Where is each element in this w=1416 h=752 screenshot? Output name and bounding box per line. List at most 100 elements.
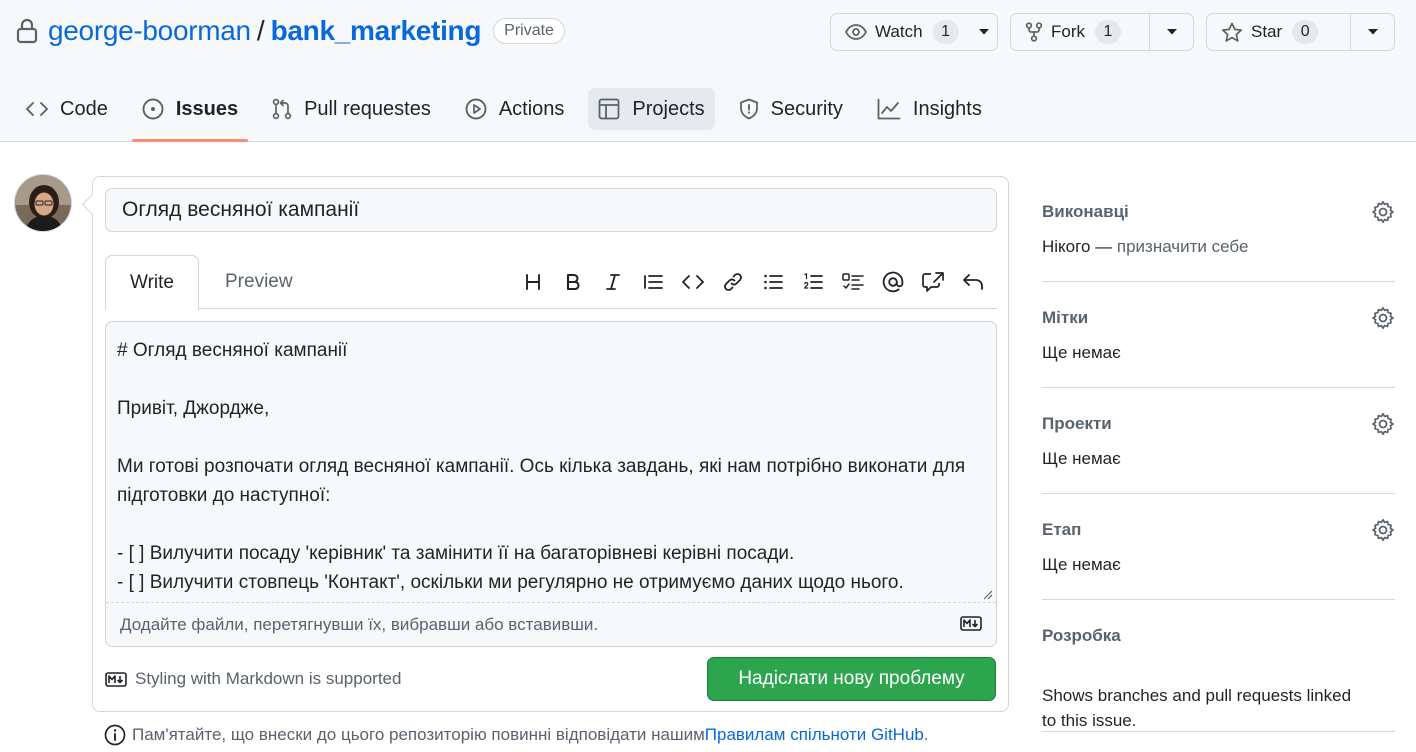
development-title: Розробка	[1042, 626, 1121, 645]
graph-icon	[877, 98, 901, 120]
submit-new-issue-button[interactable]: Надіслати нову проблему	[707, 657, 996, 701]
tab-insights[interactable]: Insights	[867, 88, 992, 130]
list-ordered-icon	[804, 273, 823, 289]
labels-title: Мітки	[1042, 308, 1089, 327]
reply-button[interactable]	[959, 268, 987, 296]
issue-body-textarea[interactable]: # Огляд весняної кампанії Привіт, Джордж…	[106, 322, 996, 602]
watch-button[interactable]: Watch 1	[830, 13, 998, 51]
tasklist-icon	[842, 273, 864, 290]
code-icon	[682, 275, 704, 289]
repo-title: george-boorman / bank_marketing Private	[16, 12, 565, 50]
star-dropdown[interactable]	[1350, 14, 1394, 50]
repo-forked-icon	[1025, 22, 1043, 42]
cross-reference-icon	[922, 272, 944, 292]
file-attach-area[interactable]: Додайте файли, перетягнувши їх, вибравши…	[106, 602, 996, 646]
info-icon	[104, 724, 126, 746]
code-button[interactable]	[679, 268, 707, 296]
milestone-value: Ще немає	[1042, 555, 1121, 574]
cross-reference-button[interactable]	[919, 268, 947, 296]
repo-owner-link[interactable]: george-boorman	[48, 15, 251, 47]
repo-name-link[interactable]: bank_marketing	[271, 15, 482, 47]
tab-projects[interactable]: Projects	[588, 88, 715, 130]
mention-icon	[882, 271, 904, 293]
tab-preview[interactable]: Preview	[213, 255, 305, 309]
projects-value: Ще немає	[1042, 449, 1121, 468]
watch-dropdown[interactable]	[971, 14, 997, 50]
mention-button[interactable]	[879, 268, 907, 296]
repo-nav: Code Issues Pull requestes Actions Proje…	[16, 88, 1006, 142]
tab-pull-requests[interactable]: Pull requestes	[262, 88, 441, 130]
quote-button[interactable]	[639, 268, 667, 296]
link-button[interactable]	[719, 268, 747, 296]
tab-label: Code	[60, 97, 108, 120]
tab-write[interactable]: Write	[105, 255, 199, 310]
issue-sidebar: Виконавці Нікого — призначити себе Мітки…	[1042, 176, 1395, 732]
fork-button[interactable]: Fork 1	[1010, 13, 1194, 51]
development-value: Shows branches and pull requests linked …	[1042, 686, 1352, 730]
markdown-icon	[105, 671, 127, 687]
tab-label: Security	[770, 97, 843, 120]
markdown-hint-text: Styling with Markdown is supported	[135, 669, 402, 688]
markdown-icon	[960, 616, 982, 631]
repo-slash: /	[256, 15, 265, 46]
assignees-value: Нікого — призначити себе	[1042, 237, 1248, 257]
contribution-note-end: .	[923, 725, 929, 744]
reply-icon	[963, 274, 983, 290]
gear-icon[interactable]	[1371, 412, 1395, 436]
shield-icon	[739, 98, 758, 120]
markdown-toolbar	[507, 268, 987, 296]
assignees-none: Нікого —	[1042, 237, 1117, 256]
tab-actions[interactable]: Actions	[455, 88, 575, 130]
table-icon	[599, 98, 620, 120]
tab-issues[interactable]: Issues	[131, 88, 249, 142]
new-issue-form: Write Preview	[92, 176, 1009, 712]
tab-code[interactable]: Code	[16, 88, 118, 130]
heading-icon	[526, 274, 540, 290]
triangle-down-icon	[1367, 29, 1378, 35]
editor-tabs: Write Preview	[105, 255, 997, 310]
gear-icon[interactable]	[1371, 306, 1395, 330]
git-pull-request-icon	[272, 98, 292, 120]
italic-button[interactable]	[599, 268, 627, 296]
play-icon	[465, 98, 487, 120]
eye-icon	[845, 24, 867, 40]
unordered-list-button[interactable]	[759, 268, 787, 296]
tab-label: Pull requestes	[304, 97, 431, 120]
gear-icon[interactable]	[1371, 200, 1395, 224]
task-list-button[interactable]	[839, 268, 867, 296]
assign-yourself-link[interactable]: призначити себе	[1117, 237, 1249, 256]
bold-button[interactable]	[559, 268, 587, 296]
user-avatar-image	[15, 175, 71, 231]
star-button[interactable]: Star 0	[1206, 13, 1395, 51]
markdown-hint[interactable]: Styling with Markdown is supported	[105, 669, 401, 689]
fork-dropdown[interactable]	[1149, 14, 1193, 50]
labels-value: Ще немає	[1042, 343, 1121, 362]
lock-icon	[16, 18, 38, 44]
community-guidelines-link[interactable]: Правилам спільноти GitHub	[705, 725, 924, 745]
contribution-note-text: Пам'ятайте, що внески до цього репозитор…	[132, 725, 705, 744]
quote-icon	[644, 275, 663, 289]
sidebar-milestone: Етап Ще немає	[1042, 494, 1395, 600]
tab-label: Actions	[498, 97, 565, 120]
resize-handle-icon[interactable]	[981, 588, 993, 600]
tab-security[interactable]: Security	[729, 88, 853, 130]
code-icon	[26, 102, 48, 116]
star-icon	[1221, 22, 1243, 42]
triangle-down-icon	[978, 29, 989, 35]
attach-hint: Додайте файли, перетягнувши їх, вибравши…	[120, 614, 599, 634]
tab-label: Insights	[912, 97, 982, 120]
heading-button[interactable]	[519, 268, 547, 296]
ordered-list-button[interactable]	[799, 268, 827, 296]
link-icon	[724, 273, 742, 291]
italic-icon	[606, 274, 620, 290]
fork-label: Fork	[1051, 22, 1085, 41]
issue-body-editor[interactable]: # Огляд весняної кампанії Привіт, Джордж…	[105, 321, 997, 647]
issue-title-input[interactable]	[105, 188, 997, 232]
issue-opened-icon	[142, 98, 164, 120]
tab-label: Issues	[175, 97, 239, 120]
avatar[interactable]	[14, 174, 72, 232]
gear-icon[interactable]	[1371, 518, 1395, 542]
tab-label: Projects	[632, 97, 705, 120]
sidebar-labels: Мітки Ще немає	[1042, 282, 1395, 388]
visibility-badge: Private	[493, 18, 565, 44]
